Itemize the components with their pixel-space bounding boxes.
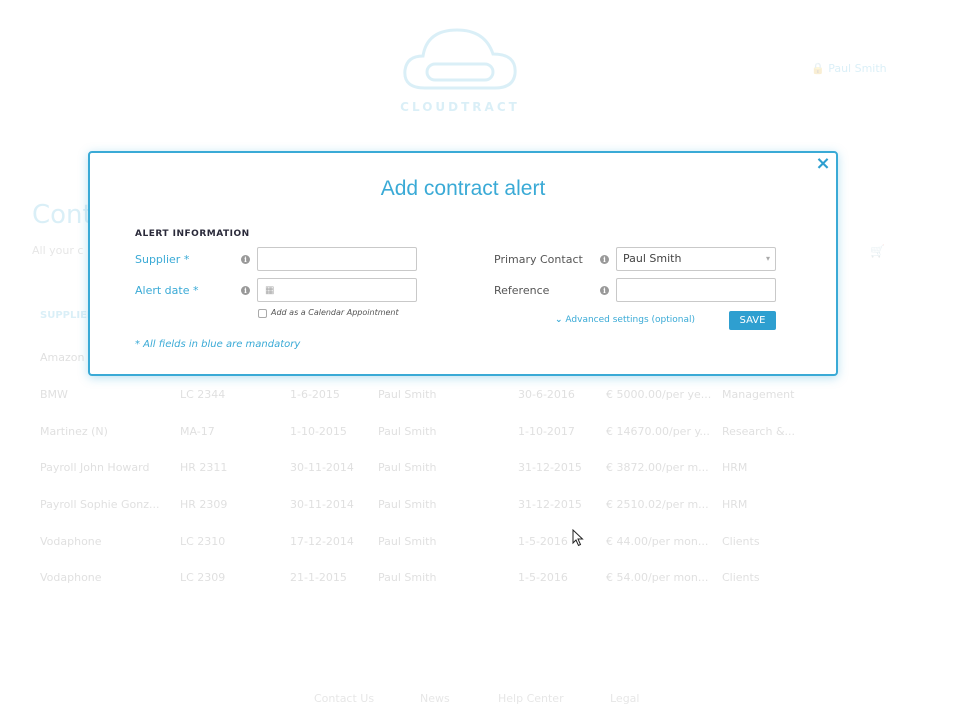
info-icon[interactable]: i [241,286,250,295]
close-icon[interactable]: × [814,155,832,173]
primary-contact-value: Paul Smith [623,252,682,265]
cell-value: € 44.00/per mon... [606,535,709,548]
column-header-supplier[interactable]: SUPPLIER [40,310,95,321]
calendar-icon: ▦ [265,285,275,296]
cell-contact: Paul Smith [378,571,437,584]
cloudtract-logo: CLOUDTRACT [400,24,520,114]
table-row[interactable]: Payroll Sophie Gonz... HR 2309 30-11-201… [40,498,900,518]
cell-supplier: BMW [40,388,68,401]
alert-date-label: Alert date * [135,284,199,297]
user-name: Paul Smith [828,62,887,75]
cloud-logo-icon [403,28,517,90]
cell-category: Research &... [722,425,796,438]
lock-icon: 🔒 [811,62,825,75]
cell-code: MA-17 [180,425,215,438]
cell-category: Clients [722,571,760,584]
cell-category: Management [722,388,795,401]
cell-code: LC 2309 [180,571,226,584]
user-menu[interactable]: 🔒 Paul Smith [811,62,887,75]
cell-supplier: Martinez (N) [40,425,108,438]
cell-end: 1-5-2016 [518,535,568,548]
primary-contact-select[interactable]: Paul Smith ▾ [616,247,776,271]
chevron-down-icon: ⌄ [555,315,563,325]
cell-supplier: Payroll Sophie Gonz... [40,498,160,511]
cell-start: 1-10-2015 [290,425,347,438]
cell-code: HR 2309 [180,498,228,511]
info-icon[interactable]: i [600,255,609,264]
logo-text: CLOUDTRACT [400,100,520,114]
table-row[interactable]: BMW LC 2344 1-6-2015 Paul Smith 30-6-201… [40,388,900,408]
cell-code: LC 2310 [180,535,226,548]
reference-input[interactable] [616,278,776,302]
footer-link-news[interactable]: News [420,692,450,705]
footer-link-legal[interactable]: Legal [610,692,639,705]
cell-supplier: Vodaphone [40,535,102,548]
reference-label: Reference [494,284,550,297]
cell-start: 30-11-2014 [290,461,354,474]
cell-contact: Paul Smith [378,425,437,438]
cell-contact: Paul Smith [378,388,437,401]
advanced-settings-label: Advanced settings (optional) [565,315,695,325]
calendar-appointment-checkbox[interactable] [258,309,267,318]
cell-category: Clients [722,535,760,548]
save-button[interactable]: SAVE [729,311,776,330]
advanced-settings-link[interactable]: ⌄ Advanced settings (optional) [555,315,695,325]
cell-start: 30-11-2014 [290,498,354,511]
cell-start: 1-6-2015 [290,388,340,401]
table-row[interactable]: Vodaphone LC 2310 17-12-2014 Paul Smith … [40,535,900,555]
table-row[interactable]: Martinez (N) MA-17 1-10-2015 Paul Smith … [40,425,900,445]
cell-contact: Paul Smith [378,498,437,511]
cell-start: 17-12-2014 [290,535,354,548]
cell-value: € 54.00/per mon... [606,571,709,584]
cell-category: HRM [722,461,748,474]
info-icon[interactable]: i [600,286,609,295]
footer-link-contact[interactable]: Contact Us [314,692,374,705]
page-heading: Cont [32,200,93,230]
cell-value: € 5000.00/per ye... [606,388,712,401]
cell-end: 30-6-2016 [518,388,575,401]
add-contract-alert-modal: × Add contract alert ALERT INFORMATION S… [88,151,838,376]
supplier-label: Supplier * [135,253,190,266]
cell-end: 1-5-2016 [518,571,568,584]
cell-value: € 3872.00/per m... [606,461,709,474]
supplier-input[interactable] [257,247,417,271]
cell-code: HR 2311 [180,461,228,474]
cell-category: HRM [722,498,748,511]
mandatory-note: * All fields in blue are mandatory [135,339,301,350]
cell-supplier: Payroll John Howard [40,461,150,474]
footer-link-help[interactable]: Help Center [498,692,564,705]
chevron-down-icon: ▾ [765,254,770,263]
cell-code: LC 2344 [180,388,226,401]
info-icon[interactable]: i [241,255,250,264]
search-icon[interactable]: 🛒 [870,244,885,258]
cell-start: 21-1-2015 [290,571,347,584]
cell-supplier: Amazon [40,351,85,364]
cell-contact: Paul Smith [378,461,437,474]
primary-contact-label: Primary Contact [494,253,583,266]
table-row[interactable]: Payroll John Howard HR 2311 30-11-2014 P… [40,461,900,481]
cell-end: 31-12-2015 [518,461,582,474]
calendar-appointment-label: Add as a Calendar Appointment [271,308,399,317]
cell-end: 1-10-2017 [518,425,575,438]
page-subheading: All your c [32,244,84,257]
cell-value: € 2510.02/per m... [606,498,709,511]
cell-supplier: Vodaphone [40,571,102,584]
cell-value: € 14670.00/per y... [606,425,710,438]
cell-end: 31-12-2015 [518,498,582,511]
alert-date-input[interactable]: ▦ [257,278,417,302]
cell-contact: Paul Smith [378,535,437,548]
section-label: ALERT INFORMATION [135,229,250,239]
mouse-cursor-icon [572,529,584,547]
modal-title: Add contract alert [380,177,546,200]
table-row[interactable]: Vodaphone LC 2309 21-1-2015 Paul Smith 1… [40,571,900,591]
